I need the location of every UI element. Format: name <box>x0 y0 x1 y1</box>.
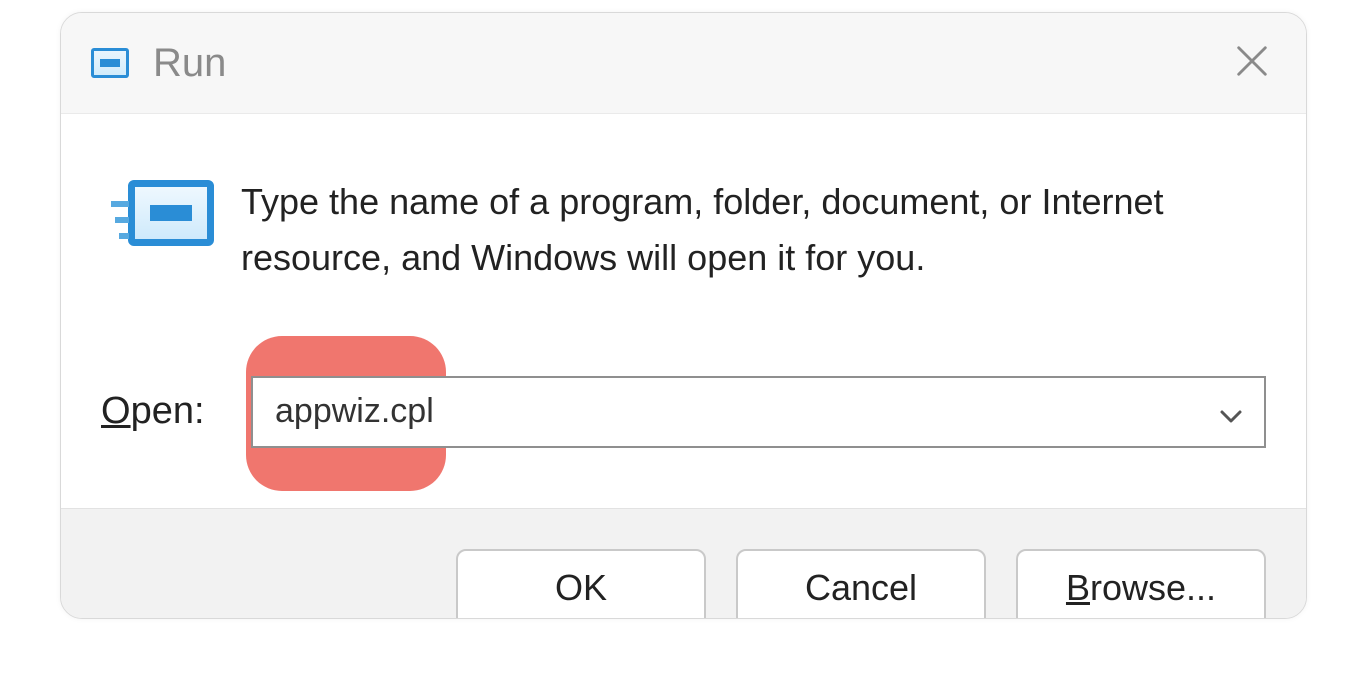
close-icon <box>1233 42 1271 85</box>
dialog-body: Type the name of a program, folder, docu… <box>61 114 1306 508</box>
open-label-accel: O <box>101 390 131 432</box>
run-dialog: Run Type the name of a program, folder, … <box>60 12 1307 619</box>
open-label: Open: <box>101 390 251 433</box>
window-title: Run <box>153 41 226 86</box>
open-combobox-value: appwiz.cpl <box>275 392 434 431</box>
titlebar: Run <box>61 13 1306 114</box>
run-large-icon <box>128 180 214 246</box>
open-label-rest: pen: <box>131 390 205 432</box>
intro-text: Type the name of a program, folder, docu… <box>241 174 1266 286</box>
open-row: Open: appwiz.cpl <box>101 376 1266 448</box>
run-large-icon-wrap <box>101 174 241 246</box>
run-icon <box>91 48 129 78</box>
browse-button-label: Browse... <box>1066 567 1216 609</box>
ok-button[interactable]: OK <box>456 549 706 619</box>
intro-row: Type the name of a program, folder, docu… <box>101 174 1266 286</box>
browse-button[interactable]: Browse... <box>1016 549 1266 619</box>
chevron-down-icon <box>1218 399 1244 425</box>
cancel-button[interactable]: Cancel <box>736 549 986 619</box>
ok-button-label: OK <box>555 567 607 609</box>
dialog-footer: OK Cancel Browse... <box>61 508 1306 618</box>
cancel-button-label: Cancel <box>805 567 917 609</box>
open-combobox[interactable]: appwiz.cpl <box>251 376 1266 448</box>
close-button[interactable] <box>1228 39 1276 87</box>
